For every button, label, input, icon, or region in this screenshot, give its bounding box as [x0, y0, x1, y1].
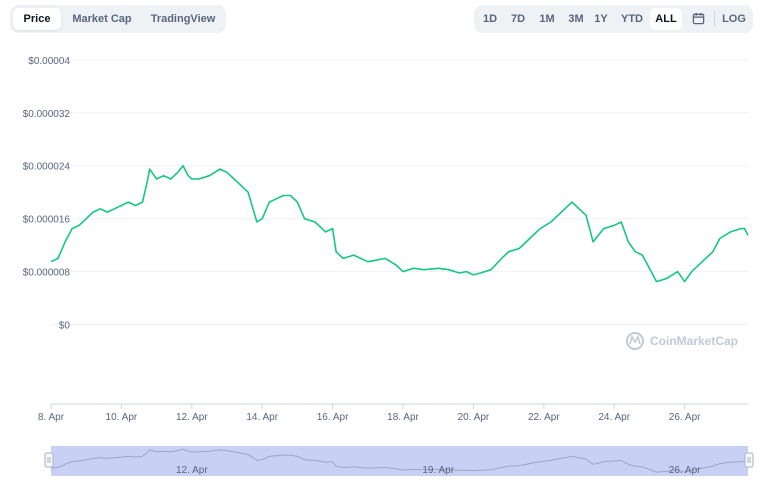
x-axis-ticks: 8. Apr 10. Apr 12. Apr 14. Apr 16. Apr 18. Ap… — [38, 404, 701, 423]
x-tick-label: 18. Apr — [387, 412, 419, 423]
y-tick-label: $0.000024 — [23, 162, 71, 173]
y-axis-labels: $0 $0.000008 $0.000016 $0.000024 $0.000032 $0… — [23, 56, 71, 332]
x-tick-label: 12. Apr — [176, 412, 208, 423]
navigator-right-handle[interactable] — [744, 452, 754, 468]
watermark-text: CoinMarketCap — [650, 334, 738, 348]
x-tick-label: 8. Apr — [38, 412, 65, 423]
tab-market-cap[interactable]: Market Cap — [66, 8, 138, 30]
x-tick-label: 22. Apr — [528, 412, 560, 423]
chart-type-tabs: Price Market Cap TradingView — [10, 5, 226, 33]
grid-lines — [51, 59, 748, 326]
range-1m-button[interactable]: 1M — [533, 8, 561, 30]
range-navigator[interactable]: 12. Apr 19. Apr 26. Apr — [44, 446, 754, 476]
range-ytd-button[interactable]: YTD — [615, 8, 649, 30]
x-tick-label: 24. Apr — [598, 412, 630, 423]
navigator-label: 26. Apr — [669, 465, 701, 476]
watermark: CoinMarketCap — [626, 332, 738, 350]
y-tick-label: $0.00004 — [28, 56, 70, 67]
log-scale-button[interactable]: LOG — [719, 8, 749, 30]
navigator-selection[interactable] — [51, 446, 748, 476]
calendar-icon — [692, 12, 704, 25]
tab-tradingview[interactable]: TradingView — [144, 8, 222, 30]
x-tick-label: 26. Apr — [669, 412, 701, 423]
price-series — [50, 164, 749, 283]
y-tick-label: $0 — [59, 321, 71, 332]
range-divider — [714, 11, 715, 27]
y-tick-label: $0.000016 — [23, 215, 71, 226]
x-tick-label: 20. Apr — [458, 412, 490, 423]
x-tick-label: 10. Apr — [106, 412, 138, 423]
y-tick-label: $0.000008 — [23, 268, 71, 279]
price-chart: $0 $0.000008 $0.000016 $0.000024 $0.000032 $0… — [23, 56, 754, 476]
navigator-label: 12. Apr — [176, 465, 208, 476]
y-tick-label: $0.000032 — [23, 109, 71, 120]
range-7d-button[interactable]: 7D — [505, 8, 531, 30]
range-all-button[interactable]: ALL — [650, 8, 682, 30]
navigator-label: 19. Apr — [422, 465, 454, 476]
range-3m-button[interactable]: 3M — [562, 8, 590, 30]
coinmarketcap-logo-icon — [626, 332, 644, 350]
price-line — [50, 164, 749, 283]
tab-price[interactable]: Price — [13, 8, 61, 30]
range-1d-button[interactable]: 1D — [477, 8, 503, 30]
x-tick-label: 14. Apr — [246, 412, 278, 423]
x-tick-label: 16. Apr — [317, 412, 349, 423]
calendar-button[interactable] — [686, 8, 710, 30]
range-1y-button[interactable]: 1Y — [591, 8, 611, 30]
navigator-left-handle[interactable] — [44, 452, 54, 468]
time-range-selector: 1D 7D 1M 3M 1Y YTD ALL LOG — [474, 5, 753, 33]
